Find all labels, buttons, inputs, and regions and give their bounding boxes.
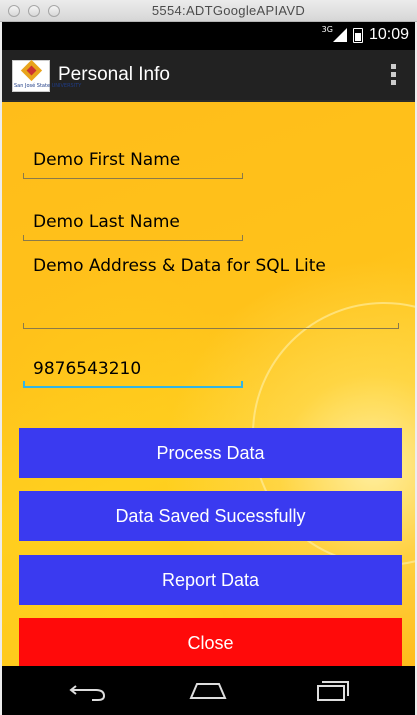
logo-emblem-icon	[20, 59, 43, 82]
status-time: 10:09	[368, 26, 409, 43]
report-data-button[interactable]: Report Data	[19, 555, 402, 605]
phone-field[interactable]: 9876543210	[23, 359, 243, 388]
form-container: Demo First Name Demo Last Name Demo Addr…	[2, 102, 415, 666]
logo-text: San José State UNIVERSITY	[14, 83, 82, 89]
data-saved-button[interactable]: Data Saved Sucessfully	[19, 491, 402, 541]
first-name-field[interactable]: Demo First Name	[23, 150, 243, 179]
network-type: 3G	[321, 24, 333, 34]
battery-icon	[352, 27, 363, 43]
status-bar: 3G 10:09	[2, 22, 415, 50]
home-icon[interactable]	[188, 676, 228, 704]
close-button[interactable]: Close	[19, 618, 402, 666]
navigation-bar	[2, 666, 415, 715]
app-logo[interactable]: San José State UNIVERSITY	[12, 59, 82, 92]
page-title: Personal Info	[58, 64, 170, 85]
back-icon[interactable]	[68, 676, 108, 704]
window-title: 5554:ADTGoogleAPIAVD	[151, 3, 306, 18]
emulator-screen: 3G 10:09 San José State UNIVERSITY Perso…	[2, 22, 415, 715]
signal-icon	[332, 28, 347, 42]
process-data-button[interactable]: Process Data	[19, 428, 402, 478]
action-bar: San José State UNIVERSITY Personal Info	[2, 50, 415, 102]
recent-apps-icon[interactable]	[310, 676, 350, 704]
address-field[interactable]: Demo Address & Data for SQL Lite	[23, 256, 399, 329]
window-titlebar: 5554:ADTGoogleAPIAVD	[0, 0, 417, 22]
overflow-menu-icon[interactable]	[391, 64, 397, 88]
last-name-field[interactable]: Demo Last Name	[23, 212, 243, 241]
